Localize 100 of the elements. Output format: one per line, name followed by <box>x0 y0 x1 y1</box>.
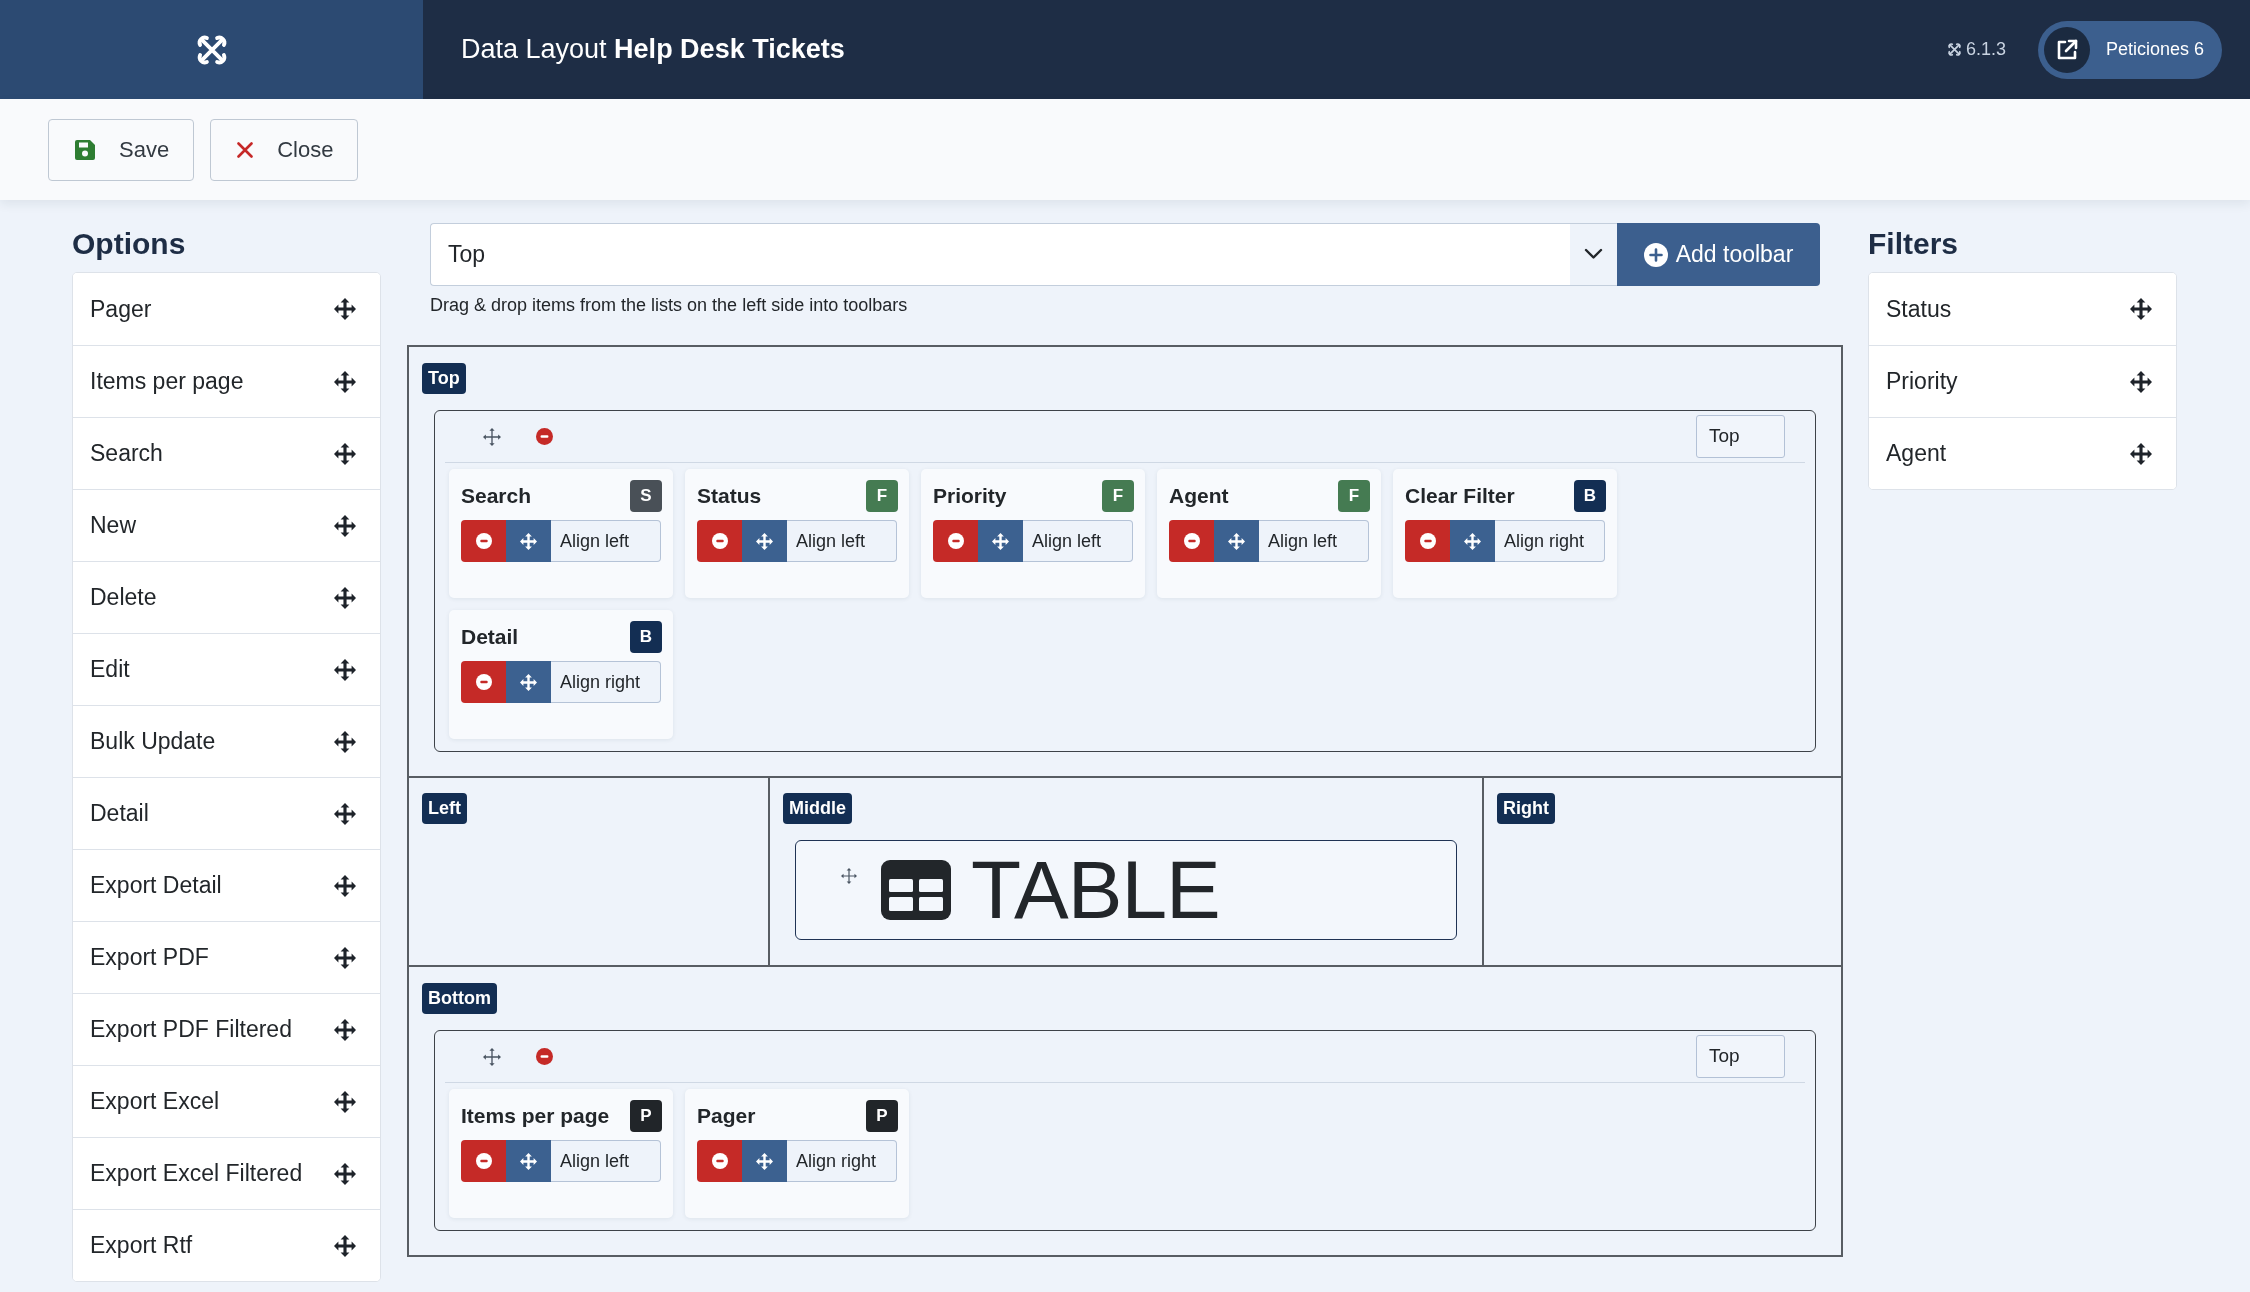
remove-icon[interactable] <box>536 428 553 445</box>
remove-button[interactable] <box>1405 520 1450 562</box>
region-label: Top <box>422 363 466 394</box>
move-button[interactable] <box>1450 520 1495 562</box>
region-label: Left <box>422 793 467 824</box>
type-badge: P <box>630 1100 662 1132</box>
page-title: Data Layout Help Desk Tickets <box>461 33 845 67</box>
position-select[interactable]: Top <box>1696 1035 1785 1078</box>
move-icon <box>520 673 537 691</box>
move-icon[interactable] <box>483 427 501 446</box>
remove-button[interactable] <box>1169 520 1214 562</box>
remove-icon <box>1419 533 1436 549</box>
site-link-button[interactable]: Peticiones 6 <box>2037 20 2222 79</box>
move-button[interactable] <box>742 1140 787 1182</box>
close-button[interactable]: Close <box>210 118 359 181</box>
move-icon[interactable] <box>2130 298 2152 320</box>
version-label: 6.1.3 <box>1965 38 2006 61</box>
field-title: Search <box>461 483 532 509</box>
field-title: Priority <box>933 483 1007 509</box>
remove-icon <box>475 533 492 549</box>
align-select[interactable]: Align right <box>1495 520 1605 562</box>
move-icon[interactable] <box>841 868 857 884</box>
remove-button[interactable] <box>461 1140 506 1182</box>
type-badge: B <box>1574 480 1606 512</box>
move-icon[interactable] <box>334 370 356 393</box>
move-icon[interactable] <box>334 874 356 897</box>
move-icon[interactable] <box>334 442 356 465</box>
toolbar-select[interactable]: Top <box>430 223 1617 286</box>
align-select[interactable]: Align left <box>551 1140 661 1182</box>
move-icon[interactable] <box>334 1090 356 1113</box>
remove-icon <box>475 674 492 690</box>
remove-button[interactable] <box>697 1140 742 1182</box>
move-icon[interactable] <box>334 1162 356 1185</box>
align-select[interactable]: Align right <box>551 661 661 703</box>
remove-icon <box>711 533 728 549</box>
align-select[interactable]: Align left <box>1023 520 1133 562</box>
field-title: Detail <box>461 624 519 650</box>
remove-button[interactable] <box>461 661 506 703</box>
move-button[interactable] <box>1214 520 1259 562</box>
move-icon[interactable] <box>334 946 356 969</box>
move-button[interactable] <box>742 520 787 562</box>
widget-title: TABLE <box>971 849 1220 931</box>
type-badge: P <box>866 1100 898 1132</box>
remove-icon <box>947 533 964 549</box>
section-heading: Options <box>72 226 187 262</box>
move-icon <box>992 532 1009 550</box>
move-button[interactable] <box>506 520 551 562</box>
move-icon <box>1464 532 1481 550</box>
move-icon[interactable] <box>483 1047 501 1066</box>
move-icon[interactable] <box>334 802 356 825</box>
region-label: Bottom <box>422 983 497 1014</box>
type-badge: F <box>866 480 898 512</box>
align-select[interactable]: Align left <box>551 520 661 562</box>
move-icon <box>520 1152 537 1170</box>
close-icon <box>237 141 254 158</box>
table-icon <box>881 860 951 920</box>
move-button[interactable] <box>506 661 551 703</box>
help-text: Drag & drop items from the lists on the left side into toolbars <box>430 294 909 316</box>
move-icon[interactable] <box>334 730 356 753</box>
move-button[interactable] <box>978 520 1023 562</box>
remove-icon[interactable] <box>536 1048 553 1065</box>
plus-circle-icon <box>1643 242 1668 267</box>
filter-item[interactable]: Agent <box>1869 417 2176 489</box>
external-link-icon <box>2043 26 2090 73</box>
align-select[interactable]: Align left <box>1259 520 1369 562</box>
field-title: Status <box>697 483 762 509</box>
field-title: Agent <box>1169 483 1229 509</box>
remove-button[interactable] <box>461 520 506 562</box>
align-select[interactable]: Align right <box>787 1140 897 1182</box>
move-icon[interactable] <box>334 586 356 609</box>
move-button[interactable] <box>506 1140 551 1182</box>
remove-button[interactable] <box>697 520 742 562</box>
logo-icon <box>1946 42 1962 57</box>
move-icon <box>756 1152 773 1170</box>
type-badge: S <box>630 480 662 512</box>
option-item[interactable]: Export Rtf <box>73 1209 380 1281</box>
move-icon[interactable] <box>334 1018 356 1041</box>
type-badge: F <box>1102 480 1134 512</box>
move-icon[interactable] <box>334 298 356 320</box>
field-title: Pager <box>697 1103 756 1129</box>
field-title: Items per page <box>461 1103 610 1129</box>
move-icon[interactable] <box>2130 370 2152 393</box>
type-badge: B <box>630 621 662 653</box>
remove-button[interactable] <box>933 520 978 562</box>
move-icon[interactable] <box>334 1234 356 1257</box>
move-icon <box>1228 532 1245 550</box>
section-heading: Filters <box>1868 226 1960 262</box>
add-toolbar-button[interactable]: Add toolbar <box>1617 223 1820 286</box>
move-icon <box>756 532 773 550</box>
move-icon[interactable] <box>334 514 356 537</box>
remove-icon <box>1183 533 1200 549</box>
move-icon[interactable] <box>334 658 356 681</box>
remove-icon <box>475 1153 492 1169</box>
align-select[interactable]: Align left <box>787 520 897 562</box>
position-select[interactable]: Top <box>1696 415 1785 458</box>
save-button[interactable]: Save <box>48 118 195 181</box>
region-label: Right <box>1497 793 1555 824</box>
move-icon[interactable] <box>2130 442 2152 465</box>
type-badge: F <box>1338 480 1370 512</box>
field-title: Clear Filter <box>1405 483 1515 509</box>
